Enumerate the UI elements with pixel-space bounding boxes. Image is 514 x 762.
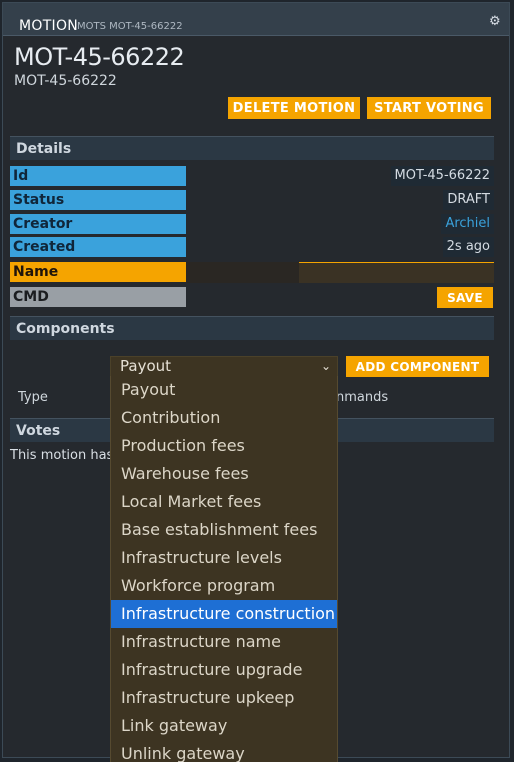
dropdown-option[interactable]: Payout	[111, 376, 337, 404]
dropdown-option[interactable]: Infrastructure levels	[111, 544, 337, 572]
dropdown-option[interactable]: Workforce program	[111, 572, 337, 600]
name-input-gap	[186, 262, 299, 283]
details-row-status: Status DRAFT	[10, 190, 494, 212]
column-header-commands: nmands	[336, 390, 389, 405]
delete-motion-button[interactable]: DELETE MOTION	[228, 97, 360, 119]
name-input[interactable]	[299, 262, 494, 283]
motion-title: MOT-45-66222	[14, 43, 185, 71]
details-row-creator: Creator Archiel	[10, 214, 494, 236]
dropdown-option[interactable]: Warehouse fees	[111, 460, 337, 488]
motion-subtitle: MOT-45-66222	[14, 73, 117, 89]
component-type-dropdown[interactable]: Payout Contribution Production fees Ware…	[110, 376, 338, 762]
dropdown-option[interactable]: Contribution	[111, 404, 337, 432]
details-label-status: Status	[10, 190, 186, 210]
dropdown-option[interactable]: Infrastructure name	[111, 628, 337, 656]
details-label-cmd: CMD	[10, 287, 186, 307]
start-voting-button[interactable]: START VOTING	[367, 97, 491, 119]
dropdown-option[interactable]: Infrastructure upkeep	[111, 684, 337, 712]
details-label-creator: Creator	[10, 214, 186, 234]
details-row-name: Name	[10, 262, 494, 284]
details-row-cmd: CMD SAVE	[10, 287, 494, 309]
dropdown-option[interactable]: Unlink gateway	[111, 740, 337, 762]
details-value-id: MOT-45-66222	[390, 166, 494, 186]
component-type-select[interactable]: Payout ⌄	[110, 356, 338, 377]
add-component-button[interactable]: ADD COMPONENT	[346, 356, 489, 377]
details-label-created: Created	[10, 237, 186, 257]
window-title: MOTION	[19, 18, 79, 34]
dropdown-option[interactable]: Link gateway	[111, 712, 337, 740]
window-header: MOTION MOTS MOT-45-66222 ⚙	[3, 3, 509, 36]
component-type-select-value: Payout	[120, 357, 172, 375]
save-button[interactable]: SAVE	[437, 287, 493, 308]
details-section-title: Details	[16, 141, 72, 157]
window-subtitle: MOTS MOT-45-66222	[77, 21, 183, 32]
details-section-header: Details	[10, 136, 494, 160]
creator-link[interactable]: Archiel	[441, 214, 494, 234]
details-row-created: Created 2s ago	[10, 237, 494, 259]
dropdown-option[interactable]: Production fees	[111, 432, 337, 460]
column-header-type: Type	[18, 390, 48, 405]
chevron-down-icon: ⌄	[320, 359, 331, 373]
votes-section-title: Votes	[16, 423, 61, 439]
dropdown-option[interactable]: Infrastructure upgrade	[111, 656, 337, 684]
votes-text: This motion has	[10, 448, 114, 463]
details-label-id: Id	[10, 166, 186, 186]
dropdown-option-highlighted[interactable]: Infrastructure construction	[111, 600, 337, 628]
gear-icon[interactable]: ⚙	[489, 15, 503, 29]
dropdown-option[interactable]: Base establishment fees	[111, 516, 337, 544]
details-value-created: 2s ago	[442, 237, 494, 257]
components-section-header: Components	[10, 316, 494, 340]
details-value-status: DRAFT	[443, 190, 494, 210]
components-section-title: Components	[16, 321, 115, 337]
details-label-name: Name	[10, 262, 186, 282]
details-row-id: Id MOT-45-66222	[10, 166, 494, 188]
dropdown-option[interactable]: Local Market fees	[111, 488, 337, 516]
